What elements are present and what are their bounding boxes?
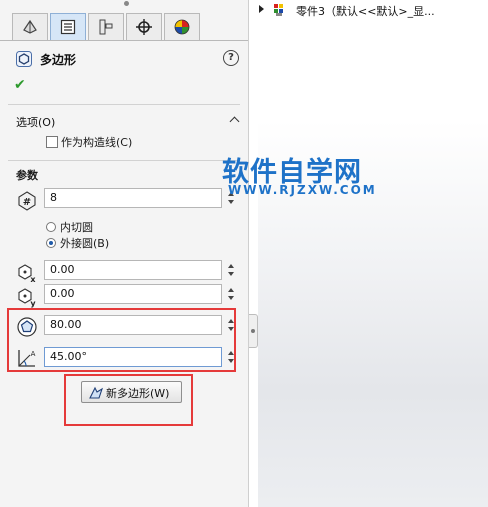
panel-splitter-handle[interactable] [249, 314, 258, 348]
svg-text:y: y [30, 299, 36, 308]
display-manager-icon [174, 19, 190, 35]
collapse-chevron-icon[interactable] [229, 116, 240, 127]
divider [8, 160, 240, 161]
tree-item-label[interactable]: 零件3（默认<<默认>_显... [296, 3, 435, 19]
inscribed-radio[interactable] [46, 222, 56, 232]
circumscribed-radio[interactable] [46, 238, 56, 248]
feature-title: 多边形 [40, 53, 77, 67]
ok-check-icon[interactable]: ✔ [14, 77, 26, 93]
params-section-header: 参数 [16, 169, 38, 182]
divider [8, 104, 240, 105]
splitter-grip-dot [251, 329, 255, 333]
center-x-spinner[interactable] [226, 259, 236, 281]
construction-checkbox-label: 作为构造线(C) [61, 136, 133, 149]
highlight-box-parameters [7, 308, 236, 372]
center-y-input[interactable]: 0.00 [44, 284, 222, 304]
inscribed-radio-label: 内切圆 [60, 221, 93, 234]
property-manager-panel: 多边形 ? ✔ 选项(O) 作为构造线(C) 参数 # 8 内切圆 外接圆(B)… [0, 0, 249, 507]
panel-grip[interactable] [124, 1, 129, 6]
center-y-icon: y [18, 288, 36, 308]
options-section-header[interactable]: 选项(O) [16, 114, 55, 130]
center-x-icon: x [18, 264, 36, 284]
polygon-feature-icon [16, 51, 32, 67]
number-of-sides-icon: # [18, 191, 36, 211]
tab-dimxpert[interactable] [126, 13, 162, 40]
tree-expand-arrow-icon[interactable] [259, 5, 264, 13]
manager-tab-bar [0, 13, 248, 41]
tab-configuration-manager[interactable] [88, 13, 124, 40]
center-y-spinner[interactable] [226, 283, 236, 305]
circumscribed-radio-label: 外接圆(B) [60, 237, 110, 250]
svg-text:x: x [30, 275, 36, 284]
tab-property-manager[interactable] [50, 13, 86, 40]
property-manager-icon [60, 19, 76, 35]
part-icon [274, 4, 283, 16]
number-of-sides-input[interactable]: 8 [44, 188, 222, 208]
tab-feature-manager[interactable] [12, 13, 48, 40]
center-x-input[interactable]: 0.00 [44, 260, 222, 280]
highlight-box-button [64, 374, 193, 426]
tab-display-manager[interactable] [164, 13, 200, 40]
tab-bar-baseline [0, 40, 248, 41]
watermark-url: WWW.RJZXW.COM [228, 183, 377, 197]
dimxpert-icon [136, 19, 152, 35]
svg-text:#: # [23, 197, 31, 208]
construction-checkbox[interactable] [46, 136, 58, 148]
help-icon[interactable]: ? [223, 50, 239, 66]
configuration-manager-icon [99, 19, 113, 35]
feature-manager-icon [23, 19, 37, 34]
